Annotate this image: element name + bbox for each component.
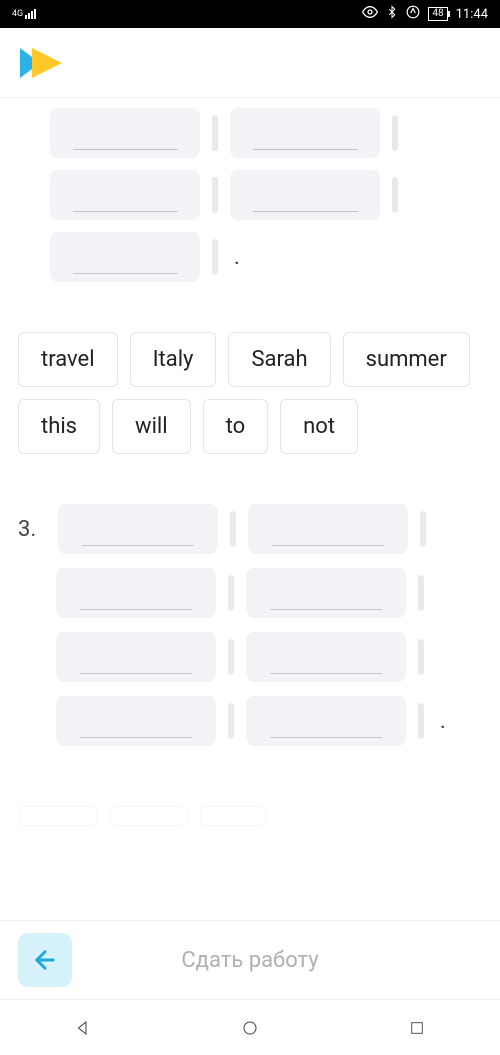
word-chip-italy[interactable]: Italy — [130, 332, 217, 387]
answer-slot[interactable] — [56, 568, 216, 618]
status-right: 48 11:44 — [362, 4, 488, 24]
slot-handle-icon — [212, 177, 218, 213]
answer-slot[interactable] — [50, 108, 200, 158]
battery-indicator: 48 — [428, 7, 447, 21]
nav-back-icon[interactable] — [73, 1018, 93, 1038]
nav-recent-icon[interactable] — [407, 1018, 427, 1038]
network-indicator: 4G — [12, 9, 36, 19]
answer-slot[interactable] — [56, 632, 216, 682]
word-bank: travel Italy Sarah summer this will to n… — [18, 332, 482, 454]
answer-slot[interactable] — [246, 696, 406, 746]
answer-slot[interactable] — [246, 632, 406, 682]
word-chip-partial[interactable]: xxx — [109, 806, 188, 826]
slot-handle-icon — [418, 575, 424, 611]
answer-slot[interactable] — [230, 108, 380, 158]
bluetooth-icon — [386, 4, 398, 24]
app-header — [0, 28, 500, 98]
word-chip-partial[interactable]: xxx — [18, 806, 97, 826]
data-icon — [406, 5, 420, 23]
slot-handle-icon — [212, 239, 218, 275]
word-chip-summer[interactable]: summer — [343, 332, 470, 387]
answer-slot[interactable] — [50, 232, 200, 282]
eye-icon — [362, 4, 378, 24]
slot-handle-icon — [228, 575, 234, 611]
slot-handle-icon — [228, 639, 234, 675]
nav-home-icon[interactable] — [240, 1018, 260, 1038]
slot-handle-icon — [420, 511, 426, 547]
bottom-bar: Сдать работу — [0, 920, 500, 1000]
word-chip-partial[interactable]: xx — [200, 806, 268, 826]
content-area: . travel Italy Sarah summer this will to… — [0, 98, 500, 920]
word-chip-will[interactable]: will — [112, 399, 191, 454]
sentence-period: . — [234, 245, 240, 270]
signal-bars-icon — [25, 9, 36, 19]
slot-handle-icon — [392, 177, 398, 213]
sentence-period: . — [440, 709, 446, 734]
slot-handle-icon — [228, 703, 234, 739]
answer-slot[interactable] — [50, 170, 200, 220]
word-chip-travel[interactable]: travel — [18, 332, 118, 387]
answer-slots-q2: . — [18, 98, 482, 282]
slot-handle-icon — [392, 115, 398, 151]
word-chip-sarah[interactable]: Sarah — [228, 332, 330, 387]
submit-button[interactable]: Сдать работу — [18, 948, 482, 973]
answer-slot[interactable] — [56, 696, 216, 746]
time-label: 11:44 — [456, 7, 488, 22]
slot-handle-icon — [230, 511, 236, 547]
slot-handle-icon — [418, 703, 424, 739]
slot-handle-icon — [212, 115, 218, 151]
slot-handle-icon — [418, 639, 424, 675]
word-chip-this[interactable]: this — [18, 399, 100, 454]
network-label: 4G — [12, 9, 23, 19]
status-left: 4G — [12, 9, 36, 19]
status-bar: 4G 48 11:44 — [0, 0, 500, 28]
answer-slot[interactable] — [230, 170, 380, 220]
question-number: 3. — [18, 517, 36, 542]
word-chip-to[interactable]: to — [203, 399, 269, 454]
question-3: 3. . — [18, 504, 482, 746]
app-logo-icon[interactable] — [18, 44, 66, 82]
word-chip-not[interactable]: not — [280, 399, 358, 454]
answer-slot[interactable] — [246, 568, 406, 618]
word-bank-partial: xxx xxx xx — [18, 806, 482, 826]
system-nav-bar — [0, 1000, 500, 1055]
answer-slot[interactable] — [248, 504, 408, 554]
answer-slot[interactable] — [58, 504, 218, 554]
